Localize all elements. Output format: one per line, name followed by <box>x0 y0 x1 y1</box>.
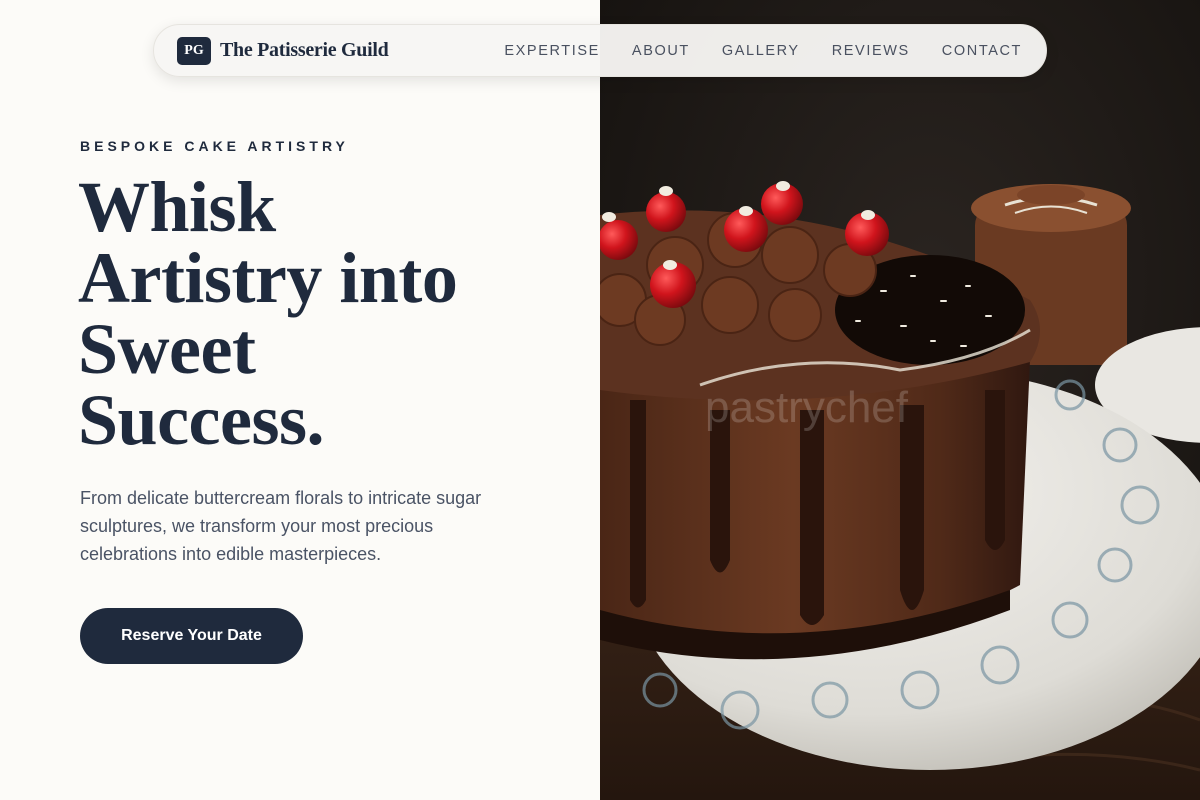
brand-link[interactable]: PG The Patisserie Guild <box>177 36 389 65</box>
nav-link-about[interactable]: ABOUT <box>632 43 690 59</box>
image-watermark: pastrychef <box>705 383 909 432</box>
hero-headline: Whisk Artistry into Sweet Success. <box>78 167 578 460</box>
headline-line: Success. <box>78 380 325 460</box>
description-line: celebrations into edible masterpieces. <box>80 544 382 564</box>
headline-line: Artistry into <box>78 238 458 318</box>
nav-link-contact[interactable]: CONTACT <box>942 43 1022 59</box>
description-line: From delicate buttercream florals to int… <box>80 488 482 508</box>
hero-cake-image: pastrychef <box>600 0 1200 800</box>
hero-eyebrow: BESPOKE CAKE ARTISTRY <box>80 138 349 154</box>
nav-link-reviews[interactable]: REVIEWS <box>832 43 910 59</box>
logo-mark: PG <box>177 36 211 65</box>
nav-link-expertise[interactable]: EXPERTISE <box>504 43 600 59</box>
headline-line: Sweet <box>78 309 256 389</box>
brand-name: The Patisserie Guild <box>220 39 389 61</box>
top-navbar: PG The Patisserie Guild EXPERTISE ABOUT … <box>153 24 1047 77</box>
nav-link-gallery[interactable]: GALLERY <box>722 43 800 59</box>
description-line: sculptures, we transform your most preci… <box>80 516 434 536</box>
reserve-date-button[interactable]: Reserve Your Date <box>80 608 303 664</box>
hero-description: From delicate buttercream florals to int… <box>80 484 530 568</box>
headline-line: Whisk <box>78 167 276 247</box>
nav-links: EXPERTISE ABOUT GALLERY REVIEWS CONTACT <box>504 43 1022 59</box>
